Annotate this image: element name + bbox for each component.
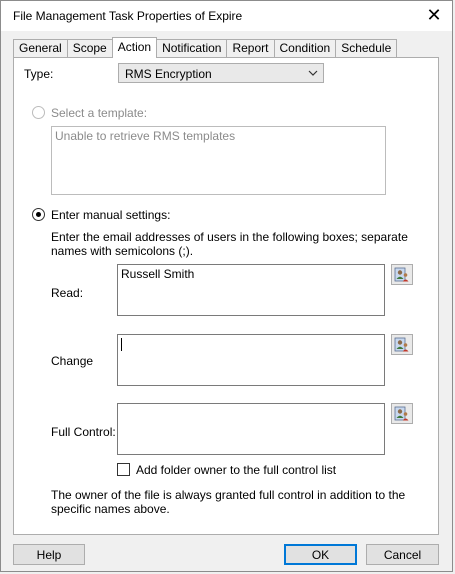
address-book-icon xyxy=(394,337,409,352)
tab-report[interactable]: Report xyxy=(226,39,275,57)
type-select-value: RMS Encryption xyxy=(125,67,212,81)
close-icon[interactable]: ✕ xyxy=(424,5,444,25)
read-address-book-button[interactable] xyxy=(391,264,413,285)
full-control-input[interactable] xyxy=(117,403,385,455)
address-book-icon xyxy=(394,267,409,282)
text-caret xyxy=(121,338,122,351)
tab-general[interactable]: General xyxy=(13,39,68,57)
properties-dialog: File Management Task Properties of Expir… xyxy=(0,0,453,572)
address-book-icon xyxy=(394,406,409,421)
manual-settings-label: Enter manual settings: xyxy=(51,208,171,222)
add-owner-label: Add folder owner to the full control lis… xyxy=(136,463,337,477)
tab-notification[interactable]: Notification xyxy=(156,39,228,57)
change-input[interactable] xyxy=(117,334,385,386)
add-owner-checkbox[interactable] xyxy=(117,463,130,476)
title-bar: File Management Task Properties of Expir… xyxy=(1,1,452,31)
tab-schedule[interactable]: Schedule xyxy=(335,39,398,57)
owner-note: The owner of the file is always granted … xyxy=(51,488,406,516)
ok-button[interactable]: OK xyxy=(284,544,357,565)
manual-settings-radio[interactable] xyxy=(32,208,45,221)
read-input[interactable]: Russell Smith xyxy=(117,264,385,316)
read-label: Read: xyxy=(51,286,84,300)
template-radio-label: Select a template: xyxy=(51,106,148,120)
type-select[interactable]: RMS Encryption xyxy=(118,63,324,83)
template-radio[interactable] xyxy=(32,106,45,119)
full-control-address-book-button[interactable] xyxy=(391,403,413,424)
full-control-label: Full Control: xyxy=(51,425,116,439)
change-address-book-button[interactable] xyxy=(391,334,413,355)
tab-scope[interactable]: Scope xyxy=(66,39,113,57)
chevron-down-icon xyxy=(308,70,318,76)
tab-strip: General Scope Action Notification Report… xyxy=(13,37,398,58)
action-tab-panel: Type: RMS Encryption Select a template: … xyxy=(13,57,439,535)
cancel-button[interactable]: Cancel xyxy=(366,544,439,565)
instructions-text: Enter the email addresses of users in th… xyxy=(51,230,408,258)
tab-action[interactable]: Action xyxy=(111,37,158,58)
template-list[interactable]: Unable to retrieve RMS templates xyxy=(51,126,386,195)
help-button[interactable]: Help xyxy=(13,544,85,565)
read-input-value: Russell Smith xyxy=(121,267,195,281)
template-placeholder: Unable to retrieve RMS templates xyxy=(55,129,236,143)
window-title: File Management Task Properties of Expir… xyxy=(13,9,243,23)
tab-condition[interactable]: Condition xyxy=(273,39,337,57)
type-label: Type: xyxy=(24,67,54,81)
change-label: Change xyxy=(51,354,94,368)
